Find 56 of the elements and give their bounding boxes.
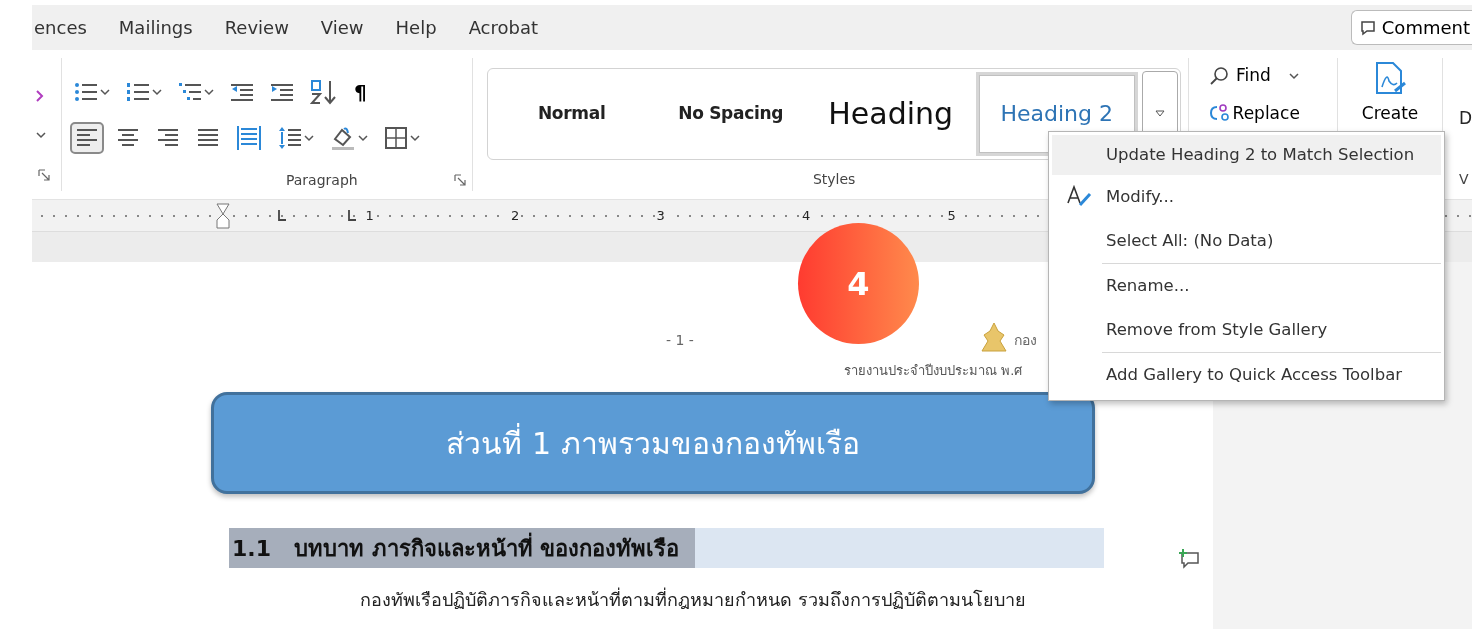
group-label: Paragraph xyxy=(285,170,358,190)
search-icon xyxy=(1208,65,1229,86)
style-option[interactable]: Normal xyxy=(487,71,656,156)
caret-icon xyxy=(1289,71,1300,80)
section-banner: ส่วนที่ 1 ภาพรวมของกองทัพเรือ xyxy=(211,392,1095,494)
menu-item[interactable]: Rename... xyxy=(1052,264,1441,308)
paint-bucket-icon xyxy=(329,124,356,151)
page-number: - 1 - xyxy=(666,330,694,350)
borders-icon xyxy=(383,125,408,150)
find-button[interactable]: Find xyxy=(1204,60,1338,92)
tab-stop-icon[interactable] xyxy=(347,209,357,222)
menu-item[interactable]: Remove from Style Gallery xyxy=(1052,308,1441,352)
caret-icon xyxy=(99,87,110,96)
cut-off-label: D xyxy=(1458,107,1472,130)
ribbon-tab[interactable]: ences xyxy=(34,14,99,41)
body-text: กองทัพเรือปฏิบัติภารกิจและหน้าที่ตามที่กฎหมายกำหนด รวมถึงการปฏิบัติตามนโยบาย xyxy=(360,586,1027,612)
cut-off-label: V xyxy=(1458,170,1470,189)
sort-icon xyxy=(309,78,338,105)
dialog-launcher-icon[interactable] xyxy=(38,169,50,181)
toolbar-button[interactable] xyxy=(69,121,104,154)
ribbon-tab[interactable]: Mailings xyxy=(118,14,205,41)
tab-stop-icon[interactable] xyxy=(277,209,287,222)
bullet-list-icon xyxy=(73,80,98,103)
comments-button[interactable]: Comment xyxy=(1350,10,1472,45)
group-label: Styles xyxy=(811,170,857,189)
header-text: กอง xyxy=(1013,330,1037,350)
new-comment-icon[interactable] xyxy=(1178,549,1200,569)
caret-icon xyxy=(1154,109,1165,118)
indent-marker-icon[interactable] xyxy=(216,202,230,229)
comment-icon xyxy=(1359,19,1376,36)
dialog-launcher-icon[interactable] xyxy=(453,174,466,186)
distributed-icon xyxy=(235,124,262,151)
ribbon-tab[interactable]: Review xyxy=(224,14,301,41)
caret-icon xyxy=(203,87,214,96)
menu-item[interactable]: Update Heading 2 to Match Selection xyxy=(1052,135,1441,175)
multilevel-list-icon xyxy=(177,80,202,103)
style-option[interactable]: Heading xyxy=(805,71,976,156)
style-option[interactable]: No Spacing xyxy=(655,71,806,156)
caret-icon xyxy=(36,130,46,139)
show-formatting-marks-button[interactable]: ¶ xyxy=(349,73,371,110)
ribbon-tab[interactable]: View xyxy=(320,14,376,41)
ribbon-tab[interactable]: Help xyxy=(395,14,449,41)
menu-item[interactable]: Modify... xyxy=(1052,175,1441,219)
ribbon-tab[interactable]: Acrobat xyxy=(468,14,551,41)
header-subtitle: รายงานประจำปีงบประมาณ พ.ศ xyxy=(844,363,1023,378)
numbered-list-icon xyxy=(125,80,150,103)
section-heading: 1.1 บทบาท ภารกิจและหน้าที่ ของกองทัพเรือ xyxy=(229,528,696,568)
line-spacing-icon xyxy=(277,125,302,150)
chevron-icon xyxy=(36,88,44,103)
caret-icon xyxy=(303,133,314,142)
create-pdf-button[interactable]: Create xyxy=(1357,58,1423,130)
caret-icon xyxy=(151,87,162,96)
caret-icon xyxy=(357,133,368,142)
menu-item[interactable]: Select All: (No Data) xyxy=(1052,219,1441,263)
caret-icon xyxy=(409,133,420,142)
replace-button[interactable]: Replace xyxy=(1204,97,1338,129)
